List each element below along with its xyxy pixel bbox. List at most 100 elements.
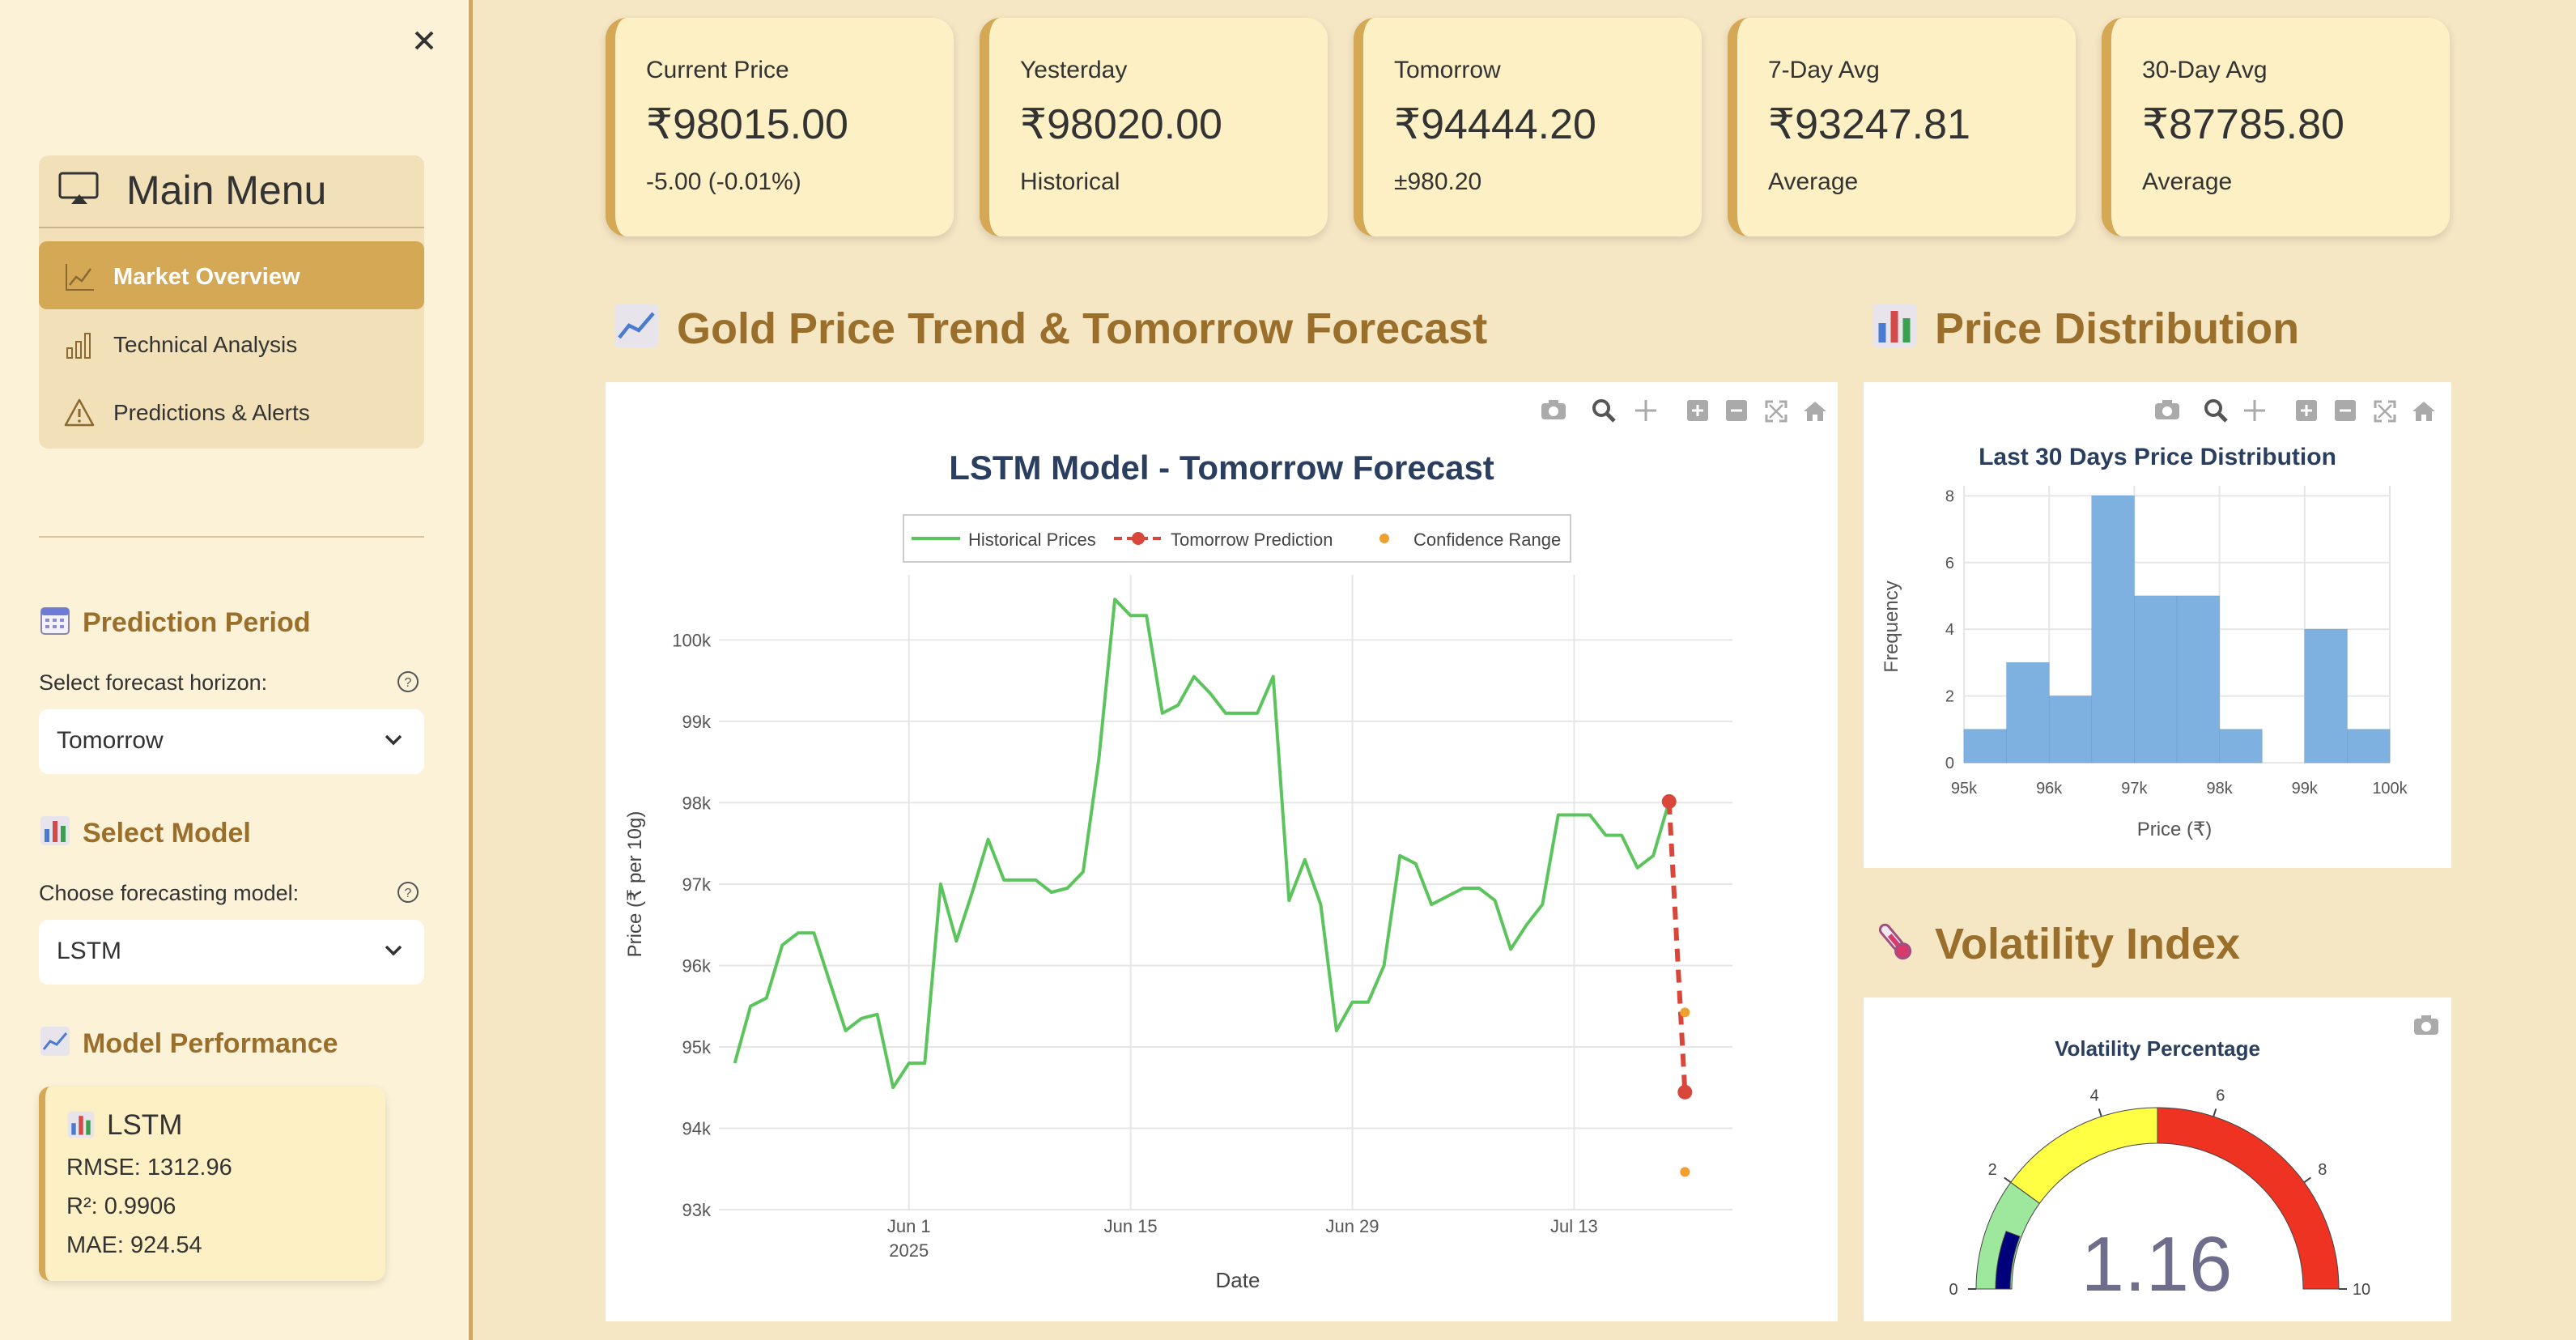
kpi-subtext: Average	[2142, 168, 2233, 195]
x-tick-label: Jun 1	[887, 1216, 931, 1236]
r2-value: R²: 0.9906	[66, 1193, 176, 1219]
zoom-out-icon[interactable]	[1726, 400, 1747, 421]
x-tick-label: 99k	[2292, 780, 2319, 798]
histogram-bar[interactable]	[1963, 729, 2007, 764]
trend-chart-icon	[40, 1027, 70, 1056]
prediction-point[interactable]	[1661, 793, 1677, 809]
camera-icon[interactable]	[2414, 1015, 2438, 1035]
menu-item-label: Predictions & Alerts	[113, 400, 310, 425]
confidence-point[interactable]	[1680, 1007, 1690, 1018]
gauge-tick	[2213, 1108, 2217, 1117]
tomorrow-prediction-line[interactable]	[1666, 801, 1688, 1093]
distribution-y-axis-label: Frequency	[1881, 581, 1902, 672]
bar-chart-icon	[67, 1111, 95, 1138]
distribution-chart-panel: 0 2 4 6 8 95k 96k 97k 98k 99k 100k Last 30 Days Pr…	[1864, 382, 2451, 868]
y-tick-label: 99k	[682, 712, 712, 732]
forecasting-model-label: Choose forecasting model:	[39, 881, 300, 905]
histogram-bar[interactable]	[2347, 729, 2391, 764]
main-menu: Main Menu Market Overview Technical Anal…	[39, 155, 424, 449]
kpi-value: ₹98015.00	[646, 101, 848, 148]
legend-label: Tomorrow Prediction	[1171, 530, 1333, 550]
close-sidebar-icon[interactable]	[405, 21, 444, 60]
x-tick-label: 100k	[2372, 780, 2408, 798]
kpi-value: ₹87785.80	[2142, 101, 2344, 148]
histogram-bar[interactable]	[2176, 595, 2220, 764]
camera-lens	[2162, 406, 2172, 416]
bar-chart-icon	[66, 333, 91, 359]
pan-icon[interactable]	[2244, 400, 2265, 421]
model-performance-heading: Model Performance	[39, 1025, 338, 1060]
home-icon[interactable]	[2412, 402, 2435, 421]
y-tick-label: 4	[1945, 621, 1954, 639]
y-tick-label: 100k	[672, 630, 712, 650]
kpi-label: 30-Day Avg	[2142, 57, 2268, 83]
menu-item-market-overview[interactable]: Market Overview	[39, 241, 424, 309]
trend-chart-icon	[614, 304, 658, 347]
y-tick-label: 6	[1945, 555, 1954, 572]
kpi-subtext: -5.00 (-0.01%)	[646, 168, 801, 195]
gauge-tick	[2303, 1176, 2311, 1184]
help-icon[interactable]: ?	[397, 881, 419, 904]
menu-item-predictions-alerts[interactable]: Predictions & Alerts	[39, 377, 424, 445]
kpi-label: 7-Day Avg	[1768, 57, 1880, 83]
autoscale-icon[interactable]	[2374, 400, 2396, 423]
x-tick-label: 97k	[2121, 780, 2148, 798]
autoscale-icon[interactable]	[1765, 400, 1787, 423]
chevron-down-icon	[385, 945, 402, 956]
rmse-value: RMSE: 1312.96	[66, 1155, 232, 1180]
menu-item-label: Technical Analysis	[113, 332, 298, 357]
camera-icon[interactable]	[1541, 400, 1566, 419]
y-tick-label: 93k	[682, 1200, 712, 1220]
zoom-icon[interactable]	[1592, 399, 1616, 423]
histogram-bar[interactable]	[2219, 729, 2263, 764]
kpi-label: Tomorrow	[1394, 57, 1501, 83]
camera-icon[interactable]	[2155, 400, 2179, 419]
kpi-label: Yesterday	[1020, 57, 1128, 83]
main-menu-title: Main Menu	[126, 168, 327, 213]
y-tick-label: 95k	[682, 1037, 712, 1057]
camera-top	[2162, 400, 2172, 405]
histogram-bar[interactable]	[2091, 496, 2135, 764]
zoom-in-icon[interactable]	[1687, 400, 1708, 421]
help-icon[interactable]: ?	[397, 670, 419, 693]
x-tick-label: 96k	[2036, 780, 2063, 798]
y-tick-label: 0	[1945, 755, 1954, 772]
kpi-subtext: Average	[1768, 168, 1859, 195]
historical-prices-line[interactable]	[733, 598, 1671, 1090]
zoom-out-icon[interactable]	[2335, 400, 2356, 421]
trend-chart[interactable]: 93k 94k 95k 96k 97k 98k 99k 100k Jun 1 2025 Jun 15…	[606, 382, 1838, 1321]
legend-label: Historical Prices	[968, 530, 1096, 550]
gauge-tick-label: 10	[2353, 1281, 2370, 1299]
zoom-icon[interactable]	[2204, 399, 2228, 423]
forecast-horizon-select[interactable]: Tomorrow	[39, 709, 424, 774]
prediction-point[interactable]	[1677, 1084, 1693, 1100]
volatility-section-heading: Volatility Index	[1870, 917, 2240, 969]
y-tick-label: 96k	[682, 955, 712, 976]
histogram-bar[interactable]	[2304, 628, 2348, 764]
zoom-in-icon[interactable]	[2296, 400, 2317, 421]
gauge-step-mid	[2010, 1107, 2158, 1204]
distribution-chart[interactable]: 0 2 4 6 8 95k 96k 97k 98k 99k 100k Last 30 Days Pr…	[1864, 382, 2451, 868]
x-tick-label: 98k	[2206, 780, 2233, 798]
calendar-icon	[40, 607, 70, 635]
volatility-gauge[interactable]: 0 2 4 6 8 10 Volatility Percentage 1.16	[1864, 998, 2451, 1321]
select-model-heading: Select Model	[39, 815, 251, 849]
confidence-point[interactable]	[1680, 1167, 1690, 1177]
trend-x-axis-label: Date	[1216, 1268, 1260, 1292]
warning-icon	[64, 398, 95, 427]
bar-chart-icon	[1872, 304, 1916, 347]
home-icon[interactable]	[1804, 402, 1826, 421]
gauge-tick	[2004, 1176, 2012, 1184]
forecasting-model-select[interactable]: LSTM	[39, 920, 424, 985]
histogram-bar[interactable]	[2048, 696, 2093, 764]
camera-top	[1549, 400, 1558, 405]
trend-legend[interactable]: Historical Prices Tomorrow Prediction Co…	[903, 514, 1571, 563]
menu-item-technical-analysis[interactable]: Technical Analysis	[39, 309, 424, 377]
forecast-horizon-label: Select forecast horizon:	[39, 670, 268, 695]
sidebar-divider	[39, 536, 424, 538]
pan-icon[interactable]	[1635, 400, 1656, 421]
model-performance-card-title: LSTM	[66, 1109, 182, 1142]
histogram-bar[interactable]	[2134, 595, 2178, 764]
histogram-bar[interactable]	[2006, 662, 2050, 764]
gauge-tick-label: 4	[2090, 1087, 2099, 1104]
